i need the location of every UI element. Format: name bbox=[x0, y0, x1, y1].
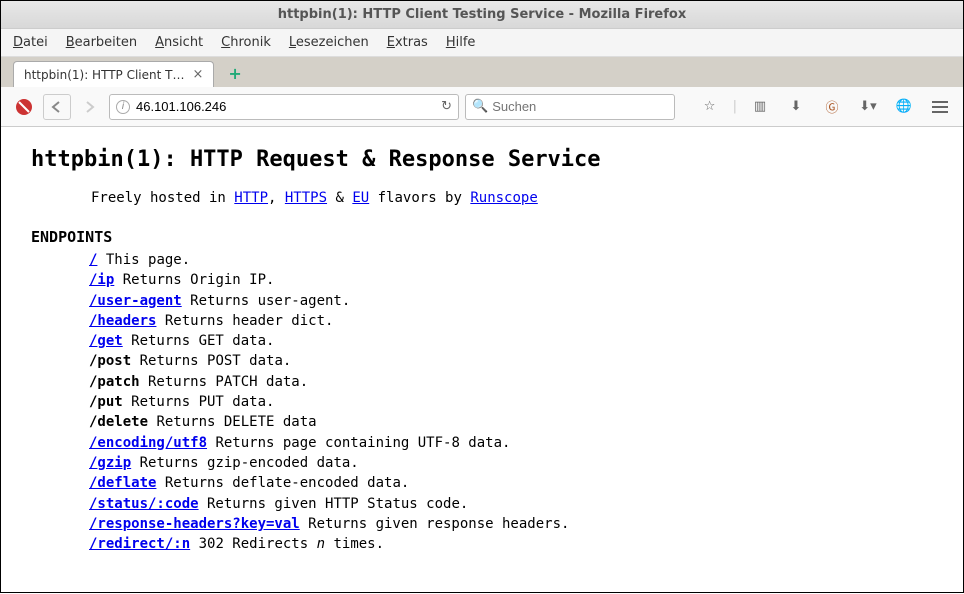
search-input[interactable] bbox=[492, 99, 668, 114]
endpoint-row: /encoding/utf8 Returns page containing U… bbox=[89, 433, 933, 453]
forward-button bbox=[77, 94, 103, 120]
endpoint-row: /redirect/:n 302 Redirects n times. bbox=[89, 534, 933, 554]
endpoint-link[interactable]: /ip bbox=[89, 272, 114, 288]
url-input[interactable] bbox=[136, 99, 435, 114]
menu-lesezeichen[interactable]: Lesezeichen bbox=[289, 35, 369, 50]
endpoint-row: /delete Returns DELETE data bbox=[89, 412, 933, 432]
globe-icon[interactable]: 🌐 bbox=[891, 94, 917, 120]
endpoint-desc: Returns user-agent. bbox=[182, 293, 351, 309]
endpoint-row: /put Returns PUT data. bbox=[89, 392, 933, 412]
menu-datei[interactable]: Datei bbox=[13, 35, 48, 50]
page-content: httpbin(1): HTTP Request & Response Serv… bbox=[1, 127, 963, 594]
endpoint-desc: Returns deflate-encoded data. bbox=[156, 475, 409, 491]
menu-ansicht[interactable]: Ansicht bbox=[155, 35, 203, 50]
endpoint-desc: Returns page containing UTF-8 data. bbox=[207, 435, 510, 451]
downloads-icon[interactable]: ⬇ bbox=[783, 94, 809, 120]
endpoint-link[interactable]: /encoding/utf8 bbox=[89, 435, 207, 451]
endpoint-desc: Returns given response headers. bbox=[300, 516, 570, 532]
endpoint-desc: Returns gzip-encoded data. bbox=[131, 455, 359, 471]
endpoints-list: / This page./ip Returns Origin IP./user-… bbox=[89, 250, 933, 554]
tab-title: httpbin(1): HTTP Client T… bbox=[24, 68, 184, 82]
link-eu[interactable]: EU bbox=[352, 190, 369, 206]
urlbar[interactable]: i ↻ bbox=[109, 94, 459, 120]
close-icon[interactable]: × bbox=[192, 67, 203, 82]
endpoint-row: / This page. bbox=[89, 250, 933, 270]
endpoint-link[interactable]: /redirect/:n bbox=[89, 536, 190, 552]
endpoint-row: /response-headers?key=val Returns given … bbox=[89, 514, 933, 534]
tabbar: httpbin(1): HTTP Client T… × + bbox=[1, 57, 963, 87]
endpoint-desc: Returns PUT data. bbox=[123, 394, 275, 410]
endpoint-link[interactable]: /user-agent bbox=[89, 293, 182, 309]
endpoint-row: /user-agent Returns user-agent. bbox=[89, 291, 933, 311]
endpoint-desc: Returns header dict. bbox=[156, 313, 333, 329]
downloadhelper-icon[interactable]: ⬇▾ bbox=[855, 94, 881, 120]
new-tab-button[interactable]: + bbox=[222, 60, 247, 87]
window-title: httpbin(1): HTTP Client Testing Service … bbox=[278, 7, 686, 22]
library-icon[interactable]: ▥ bbox=[747, 94, 773, 120]
window-titlebar: httpbin(1): HTTP Client Testing Service … bbox=[1, 1, 963, 29]
endpoint-link[interactable]: /response-headers?key=val bbox=[89, 516, 300, 532]
menu-bearbeiten[interactable]: Bearbeiten bbox=[66, 35, 137, 50]
link-runscope[interactable]: Runscope bbox=[470, 190, 537, 206]
search-icon: 🔍 bbox=[472, 99, 488, 114]
endpoint-row: /headers Returns header dict. bbox=[89, 311, 933, 331]
endpoint-link[interactable]: /status/:code bbox=[89, 496, 199, 512]
endpoint-row: /ip Returns Origin IP. bbox=[89, 270, 933, 290]
bookmark-star-icon[interactable]: ☆ bbox=[697, 94, 723, 120]
endpoint-desc: Returns GET data. bbox=[123, 333, 275, 349]
link-http[interactable]: HTTP bbox=[234, 190, 268, 206]
tab-active[interactable]: httpbin(1): HTTP Client T… × bbox=[13, 61, 214, 87]
menu-hilfe[interactable]: Hilfe bbox=[446, 35, 476, 50]
back-button[interactable] bbox=[43, 94, 71, 120]
endpoint-desc: This page. bbox=[97, 252, 190, 268]
endpoint-link[interactable]: /get bbox=[89, 333, 123, 349]
menu-extras[interactable]: Extras bbox=[387, 35, 428, 50]
endpoint-path: /patch bbox=[89, 374, 140, 390]
noscript-icon[interactable] bbox=[11, 94, 37, 120]
endpoint-path: /put bbox=[89, 394, 123, 410]
endpoint-row: /get Returns GET data. bbox=[89, 331, 933, 351]
link-https[interactable]: HTTPS bbox=[285, 190, 327, 206]
reload-icon[interactable]: ↻ bbox=[441, 99, 452, 114]
menu-button[interactable] bbox=[927, 94, 953, 120]
subtitle: Freely hosted in HTTP, HTTPS & EU flavor… bbox=[91, 190, 933, 206]
endpoint-desc: Returns DELETE data bbox=[148, 414, 317, 430]
menu-chronik[interactable]: Chronik bbox=[221, 35, 271, 50]
endpoint-desc: Returns PATCH data. bbox=[140, 374, 309, 390]
site-info-icon[interactable]: i bbox=[116, 100, 130, 114]
searchbar[interactable]: 🔍 bbox=[465, 94, 675, 120]
endpoint-row: /status/:code Returns given HTTP Status … bbox=[89, 494, 933, 514]
endpoint-row: /deflate Returns deflate-encoded data. bbox=[89, 473, 933, 493]
toolbar: i ↻ 🔍 ☆ | ▥ ⬇ Ⓖ ⬇▾ 🌐 bbox=[1, 87, 963, 127]
endpoint-desc: Returns Origin IP. bbox=[114, 272, 274, 288]
endpoint-row: /post Returns POST data. bbox=[89, 351, 933, 371]
endpoint-path: /delete bbox=[89, 414, 148, 430]
endpoint-row: /gzip Returns gzip-encoded data. bbox=[89, 453, 933, 473]
endpoint-desc: Returns POST data. bbox=[131, 353, 291, 369]
endpoint-path: /post bbox=[89, 353, 131, 369]
endpoint-row: /patch Returns PATCH data. bbox=[89, 372, 933, 392]
menubar: Datei Bearbeiten Ansicht Chronik Lesezei… bbox=[1, 29, 963, 57]
page-heading: httpbin(1): HTTP Request & Response Serv… bbox=[31, 147, 933, 172]
endpoints-heading: ENDPOINTS bbox=[31, 228, 933, 246]
endpoint-link[interactable]: /headers bbox=[89, 313, 156, 329]
endpoint-link[interactable]: /gzip bbox=[89, 455, 131, 471]
endpoint-desc: Returns given HTTP Status code. bbox=[199, 496, 469, 512]
greasemonkey-icon[interactable]: Ⓖ bbox=[819, 94, 845, 120]
endpoint-link[interactable]: /deflate bbox=[89, 475, 156, 491]
